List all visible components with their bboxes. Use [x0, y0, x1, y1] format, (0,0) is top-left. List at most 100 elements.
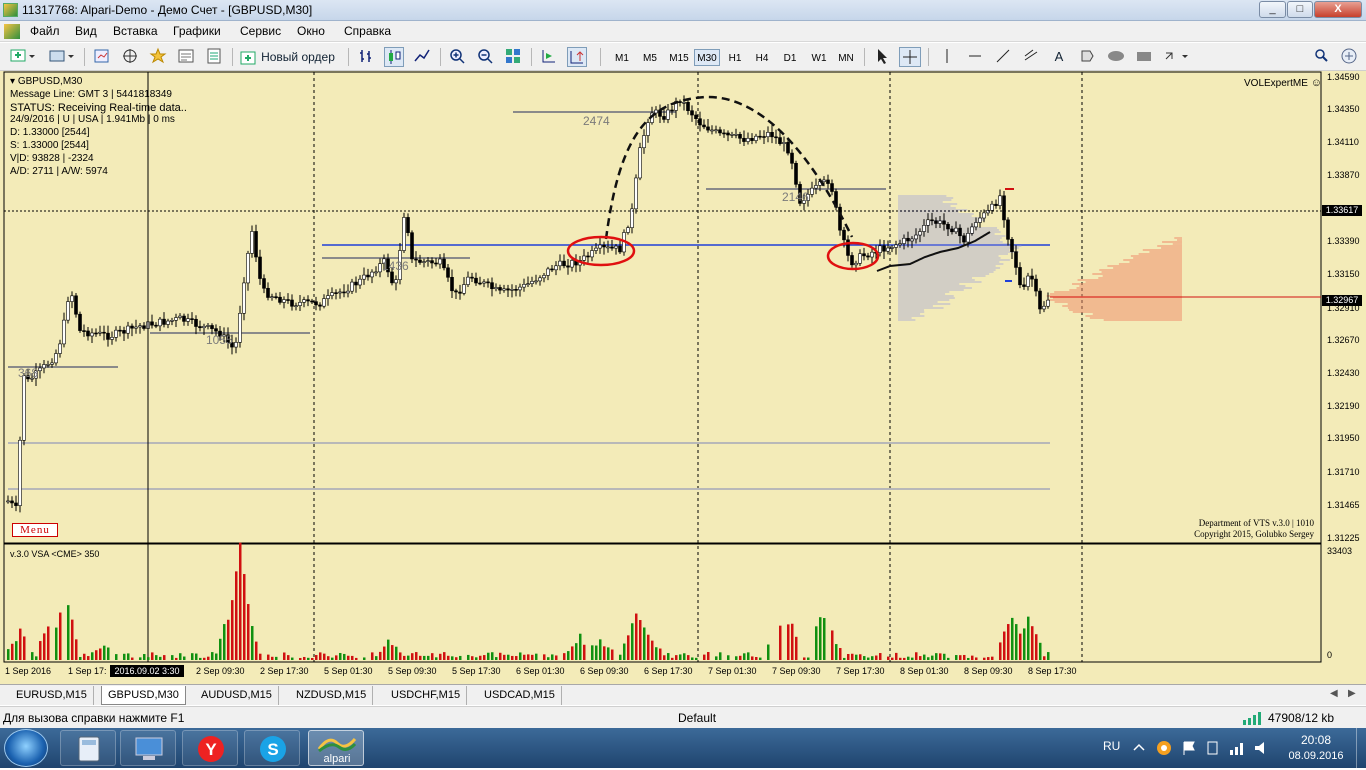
menu-insert[interactable]: Вставка [113, 24, 158, 38]
volume-bar [47, 626, 50, 660]
candle-body [990, 203, 994, 211]
horizontal-line-icon[interactable] [966, 47, 984, 67]
line-chart-icon[interactable] [412, 47, 432, 67]
volume-bar [483, 655, 486, 660]
volume-bar [515, 656, 518, 660]
candle-body [214, 328, 218, 332]
community-icon[interactable] [1338, 47, 1360, 67]
menu-charts[interactable]: Графики [173, 24, 221, 38]
trend-line-icon[interactable] [994, 47, 1012, 67]
minimize-button[interactable]: _ [1259, 1, 1286, 18]
taskbar-computer-icon[interactable] [120, 730, 176, 766]
profiles-icon[interactable] [46, 47, 76, 67]
timeframe-h4[interactable]: H4 [751, 49, 773, 66]
tray-volume-icon[interactable] [1252, 739, 1270, 757]
toolbar: Новый ордер M1 M5 M15 M30 H1 H4 D1 W1 MN… [0, 43, 1366, 71]
timeframe-h1[interactable]: H1 [724, 49, 746, 66]
timeframe-m5[interactable]: M5 [638, 49, 662, 66]
clock-date[interactable]: 08.09.2016 [1280, 750, 1352, 762]
new-chart-icon[interactable] [8, 47, 36, 67]
new-order-button[interactable]: Новый ордер [240, 47, 340, 67]
taskbar-alpari-app[interactable]: alpari [308, 730, 364, 766]
text-tool-icon[interactable]: A [1050, 47, 1068, 67]
ellipse-tool-icon[interactable] [1106, 47, 1126, 67]
zone-label-2146: 2146 [782, 190, 809, 204]
volume-bar [795, 636, 798, 660]
volume-bar [299, 657, 302, 660]
bar-chart-icon[interactable] [356, 47, 376, 67]
timeframe-w1[interactable]: W1 [807, 49, 831, 66]
candle-body [886, 247, 890, 252]
chart-shift-icon[interactable] [567, 47, 587, 67]
timeframe-m1[interactable]: M1 [610, 49, 634, 66]
timeframe-d1[interactable]: D1 [779, 49, 801, 66]
candle-body [1010, 239, 1014, 252]
candle-body [994, 203, 998, 206]
volume-bar [323, 653, 326, 660]
tray-language[interactable]: RU [1103, 739, 1120, 753]
tab-nzdusd[interactable]: NZDUSD,M15 [290, 686, 374, 705]
tab-audusd[interactable]: AUDUSD,M15 [195, 686, 279, 705]
timeframe-mn[interactable]: MN [834, 49, 858, 66]
document-icon[interactable] [4, 24, 20, 39]
arrows-tool-icon[interactable] [1162, 47, 1192, 67]
tray-network-icon[interactable] [1228, 739, 1246, 757]
zoom-in-icon[interactable] [447, 47, 467, 67]
volume-bar [247, 604, 250, 660]
cursor-icon[interactable] [873, 47, 891, 67]
strategy-tester-icon[interactable] [204, 47, 224, 67]
rectangle-tool-icon[interactable] [1134, 47, 1154, 67]
tray-app-icon[interactable] [1155, 739, 1173, 757]
vertical-line-icon[interactable] [938, 47, 956, 67]
indicator-menu-button[interactable]: Menu [12, 523, 58, 537]
auto-scroll-icon[interactable] [539, 47, 559, 67]
menu-view[interactable]: Вид [75, 24, 97, 38]
tray-up-arrow-icon[interactable] [1130, 739, 1148, 757]
candlestick-chart-icon[interactable] [384, 47, 404, 67]
tab-scroll-right-icon[interactable]: ▶ [1348, 688, 1356, 699]
volume-bar [23, 636, 26, 660]
navigator-icon[interactable] [120, 47, 140, 67]
start-button[interactable] [4, 729, 48, 767]
candle-body [150, 321, 154, 326]
volume-profile-right [1046, 237, 1182, 321]
timeframe-m30[interactable]: M30 [694, 49, 720, 66]
taskbar-skype-icon[interactable]: S [244, 730, 300, 766]
taskbar-yandex-icon[interactable]: Y [182, 730, 238, 766]
menu-file[interactable]: Файл [30, 24, 60, 38]
tray-flag-icon[interactable] [1180, 739, 1198, 757]
price-label: 1.31225 [1327, 533, 1360, 543]
market-watch-icon[interactable] [92, 47, 112, 67]
show-desktop-button[interactable] [1356, 728, 1366, 768]
chart-canvas[interactable]: 2474 2146 1436 368 1055 [0, 71, 1366, 684]
tab-usdcad[interactable]: USDCAD,M15 [478, 686, 562, 705]
menu-window[interactable]: Окно [297, 24, 325, 38]
terminal-icon[interactable] [176, 47, 196, 67]
tile-windows-icon[interactable] [503, 47, 523, 67]
label-tool-icon[interactable] [1078, 47, 1096, 67]
volume-bar [235, 571, 238, 660]
zoom-out-icon[interactable] [475, 47, 495, 67]
tab-gbpusd[interactable]: GBPUSD,M30 [101, 686, 186, 705]
menu-tools[interactable]: Сервис [240, 24, 281, 38]
volume-bar [855, 654, 858, 660]
clock-time[interactable]: 20:08 [1296, 733, 1336, 747]
favorites-icon[interactable] [148, 47, 168, 67]
tray-device-icon[interactable] [1204, 739, 1222, 757]
maximize-button[interactable]: □ [1287, 1, 1313, 18]
chart-window[interactable]: 2474 2146 1436 368 1055 ▾ GBPUSD,M30 Mes… [0, 71, 1366, 684]
tab-eurusd[interactable]: EURUSD,M15 [10, 686, 94, 705]
close-button[interactable]: X [1314, 1, 1362, 18]
crosshair-icon[interactable] [899, 47, 921, 67]
volume-bar [727, 655, 730, 660]
candle-body [590, 250, 594, 258]
tab-scroll-left-icon[interactable]: ◀ [1330, 688, 1338, 699]
candle-body [46, 364, 50, 366]
taskbar-calculator-icon[interactable] [60, 730, 116, 766]
search-icon[interactable] [1312, 47, 1330, 67]
menu-help[interactable]: Справка [344, 24, 391, 38]
symbol-header[interactable]: ▾ GBPUSD,M30 [10, 76, 187, 89]
timeframe-m15[interactable]: M15 [666, 49, 692, 66]
tab-usdchf[interactable]: USDCHF,M15 [385, 686, 468, 705]
channel-icon[interactable] [1022, 47, 1040, 67]
